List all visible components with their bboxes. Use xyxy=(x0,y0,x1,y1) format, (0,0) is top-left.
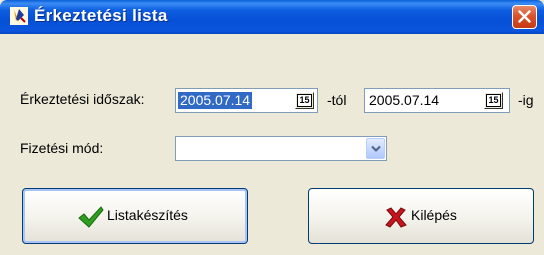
payment-method-label: Fizetési mód: xyxy=(20,140,104,156)
x-icon xyxy=(385,207,407,233)
date-from-calendar-button[interactable]: 15 xyxy=(295,92,314,109)
from-suffix-label: -tól xyxy=(327,92,347,108)
window-title: Érkeztetési lista xyxy=(34,6,168,25)
close-icon xyxy=(518,10,531,23)
close-button[interactable] xyxy=(512,5,537,29)
date-to-value: 2005.07.14 xyxy=(369,92,440,108)
date-to-field[interactable]: 2005.07.14 15 xyxy=(364,88,510,113)
dialog-window: Érkeztetési lista Érkeztetési időszak: 2… xyxy=(0,0,544,255)
chevron-down-icon xyxy=(371,145,381,152)
period-label: Érkeztetési időszak: xyxy=(20,91,145,107)
title-bar[interactable]: Érkeztetési lista xyxy=(0,0,544,34)
date-from-value: 2005.07.14 xyxy=(178,92,253,109)
date-from-field[interactable]: 2005.07.14 15 xyxy=(175,88,318,113)
dropdown-arrow-button[interactable] xyxy=(366,138,385,159)
payment-method-select[interactable] xyxy=(175,136,387,161)
exit-label: Kilépés xyxy=(411,207,457,223)
checkmark-icon xyxy=(78,206,104,233)
date-to-calendar-button[interactable]: 15 xyxy=(484,92,503,109)
calendar-icon: 15 xyxy=(297,94,312,107)
pen-icon xyxy=(10,7,28,25)
to-suffix-label: -ig xyxy=(518,92,534,108)
create-list-button[interactable]: Listakészítés xyxy=(22,188,248,244)
calendar-icon: 15 xyxy=(486,94,501,107)
exit-button[interactable]: Kilépés xyxy=(308,188,534,244)
create-list-label: Listakészítés xyxy=(107,207,188,223)
